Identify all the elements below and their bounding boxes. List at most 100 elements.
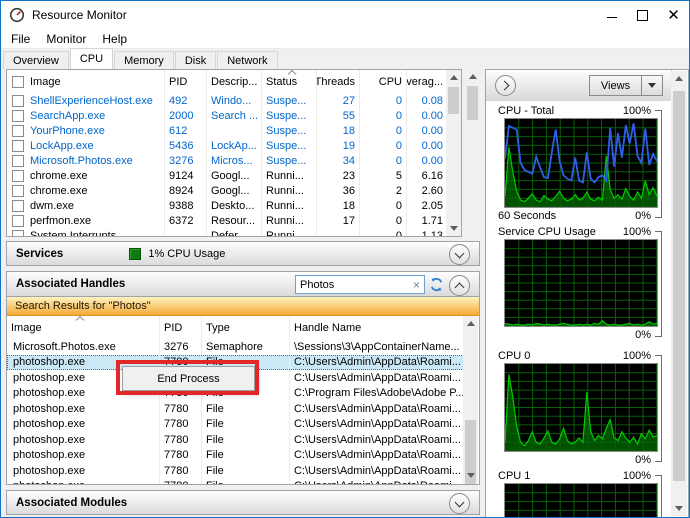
cell-pid: 3276 [160,339,202,355]
row-checkbox[interactable] [12,154,24,167]
cell-status: Suspe... [262,93,317,108]
handle-row[interactable]: photoshop.exe7780FileC:\Users\Admin\AppD… [7,401,464,417]
cell-pid: 7780 [160,478,202,484]
col-pid[interactable]: PID [165,70,207,93]
process-row[interactable]: System Interrupts Defer... Runni... 0 1.13 [7,228,461,237]
annotation-red-box [116,360,259,395]
menu-file[interactable]: File [3,32,38,46]
scroll-down-icon[interactable] [671,501,687,516]
col-image[interactable]: Image [7,316,160,339]
col-image[interactable]: Image [30,76,61,88]
col-status[interactable]: Status [262,70,317,93]
col-pid[interactable]: PID [160,316,202,339]
process-row[interactable]: Microsoft.Photos.exe 3276 Micros... Suspe..… [7,153,461,168]
graph-canvas [504,118,658,208]
cell-handle-name: \Sessions\3\AppContainerName... [294,340,460,353]
col-threads[interactable]: Threads [317,70,360,93]
cell-average: 1.13 [421,229,443,237]
cell-image: System Interrupts [7,228,165,236]
process-row[interactable]: SearchApp.exe 2000 Search ... Suspe... 55 0 0.… [7,108,461,123]
maximize-button[interactable] [627,1,658,29]
scroll-down-icon[interactable] [446,221,461,236]
clear-search-icon[interactable]: × [409,279,424,291]
row-checkbox[interactable] [12,94,24,107]
views-dropdown-arrow[interactable] [641,76,662,95]
select-all-checkbox[interactable] [12,75,24,88]
collapse-pane-button[interactable] [495,75,516,96]
cell-average: 0.00 [421,154,443,167]
handle-row[interactable]: photoshop.exe7780FileC:\Users\Admin\AppD… [7,447,464,463]
row-checkbox[interactable] [12,139,24,152]
handle-row[interactable]: photoshop.exe7780FileC:\Users\Admin\AppD… [7,416,464,432]
window-title: Resource Monitor [32,8,127,22]
scroll-up-icon[interactable] [446,70,461,85]
handles-search-box: × [295,275,425,294]
close-button[interactable]: ✕ [658,1,689,29]
titlebar: Resource Monitor ✕ [1,1,689,29]
cell-handle-name: C:\Program Files\Adobe\Adobe P... [294,387,464,400]
cell-image: photoshop.exe [7,463,160,479]
menu-help[interactable]: Help [94,32,135,46]
services-collapse-button[interactable] [449,244,470,265]
col-handle-name[interactable]: Handle Name [290,316,479,339]
cell-threads: 34 [317,153,360,168]
scroll-up-icon[interactable] [463,316,478,331]
cell-cpu: 2 [360,183,407,198]
handles-collapse-button[interactable] [449,275,470,296]
chevron-right-icon [499,80,509,91]
modules-section-header[interactable]: Associated Modules [6,490,480,515]
handle-row[interactable]: photoshop.exe7780FileC:\Users\Admin\AppD… [7,463,464,479]
scrollbar-thumb[interactable] [467,86,478,120]
tab-memory[interactable]: Memory [114,51,174,70]
cell-description: LockAp... [207,138,262,153]
handle-row[interactable]: Microsoft.Photos.exe 3276 Semaphore \Sessio… [7,339,464,355]
col-average[interactable]: Averag... [407,70,447,93]
process-row[interactable]: chrome.exe 9124 Googl... Runni... 23 5 6.16 [7,168,461,183]
process-row[interactable]: perfmon.exe 6372 Resour... Runni... 17 0 1.71 [7,213,461,228]
row-checkbox[interactable] [12,199,24,212]
row-checkbox[interactable] [12,109,24,122]
search-input[interactable] [296,278,409,291]
col-description[interactable]: Descrip... [207,70,262,93]
process-table-scrollbar[interactable] [446,70,461,236]
scrollbar-thumb[interactable] [448,87,459,114]
handle-row[interactable]: photoshop.exe7780FileC:\Users\Admin\AppD… [7,478,464,484]
process-row[interactable]: chrome.exe 8924 Googl... Runni... 36 2 2.60 [7,183,461,198]
col-cpu[interactable]: CPU [360,70,407,93]
graphs-pane: Views CPU - Total 100% 60 Seconds 0% Servi… [485,69,689,517]
search-refresh-button[interactable] [428,276,445,293]
handles-scrollbar[interactable] [463,316,478,484]
process-row[interactable]: LockApp.exe 5436 LockAp... Suspe... 19 0 0.00 [7,138,461,153]
row-checkbox[interactable] [12,124,24,137]
tab-cpu[interactable]: CPU [69,48,114,70]
col-type[interactable]: Type [202,316,290,339]
tab-overview[interactable]: Overview [3,51,69,70]
tab-disk[interactable]: Disk [174,51,217,70]
menu-monitor[interactable]: Monitor [38,32,94,46]
row-checkbox[interactable] [12,169,24,182]
modules-collapse-button[interactable] [449,493,470,514]
row-checkbox[interactable] [12,184,24,197]
process-row[interactable]: dwm.exe 9388 Deskto... Runni... 18 0 2.05 [7,198,461,213]
cell-image: photoshop.exe [7,478,160,484]
row-checkbox[interactable] [12,229,24,236]
process-row[interactable]: YourPhone.exe 612 Suspe... 18 0 0.00 [7,123,461,138]
cell-description: Windo... [207,93,262,108]
handle-row[interactable]: photoshop.exe7780FileC:\Users\Admin\AppD… [7,432,464,448]
views-button[interactable]: Views [589,75,663,96]
scroll-up-icon[interactable] [671,71,687,86]
services-section-header[interactable]: Services 1% CPU Usage [6,241,480,266]
scroll-up-icon[interactable] [465,69,480,84]
handles-section-header[interactable]: Associated Handles × [6,271,480,297]
tab-network[interactable]: Network [217,51,278,70]
handles-table-header: Image PID Type Handle Name [7,316,479,339]
scroll-down-icon[interactable] [463,468,478,483]
graphs-scrollbar[interactable] [671,71,687,516]
left-pane-scrollbar[interactable] [465,69,480,237]
cell-average: 0.00 [421,139,443,152]
scrollbar-thumb[interactable] [673,91,685,481]
graph-min-label: 0% [635,453,651,466]
row-checkbox[interactable] [12,214,24,227]
minimize-button[interactable] [596,1,627,29]
process-row[interactable]: ShellExperienceHost.exe 492 Windo... Suspe.… [7,93,461,108]
